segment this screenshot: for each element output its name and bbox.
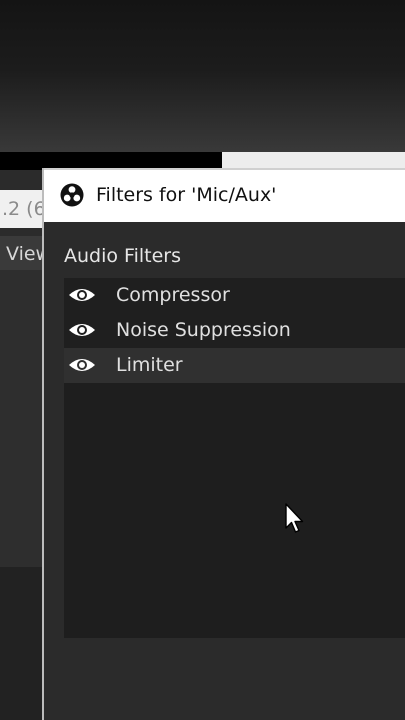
- dialog-title: Filters for 'Mic/Aux': [96, 184, 277, 206]
- filters-dialog: Filters for 'Mic/Aux' Audio Filters Comp…: [42, 168, 405, 720]
- background-version-text: .2 (6: [0, 190, 47, 228]
- eye-icon[interactable]: [68, 321, 96, 339]
- dialog-titlebar[interactable]: Filters for 'Mic/Aux': [44, 168, 405, 222]
- filter-item-noise-suppression[interactable]: Noise Suppression: [64, 313, 405, 348]
- filter-name: Noise Suppression: [116, 319, 291, 341]
- eye-icon[interactable]: [68, 356, 96, 374]
- mouse-cursor-icon: [285, 503, 304, 533]
- filter-item-compressor[interactable]: Compressor: [64, 278, 405, 313]
- filter-list[interactable]: Compressor Noise Suppression Limiter: [64, 278, 405, 638]
- background-desktop: [0, 0, 405, 155]
- obs-logo-icon: [60, 183, 84, 207]
- filter-name: Limiter: [116, 354, 183, 376]
- background-panel: [0, 270, 42, 567]
- dialog-body: Audio Filters Compressor Noise Suppressi…: [44, 222, 405, 720]
- filter-item-limiter[interactable]: Limiter: [64, 348, 405, 383]
- audio-filters-label: Audio Filters: [64, 245, 181, 267]
- filter-name: Compressor: [116, 284, 230, 306]
- eye-icon[interactable]: [68, 286, 96, 304]
